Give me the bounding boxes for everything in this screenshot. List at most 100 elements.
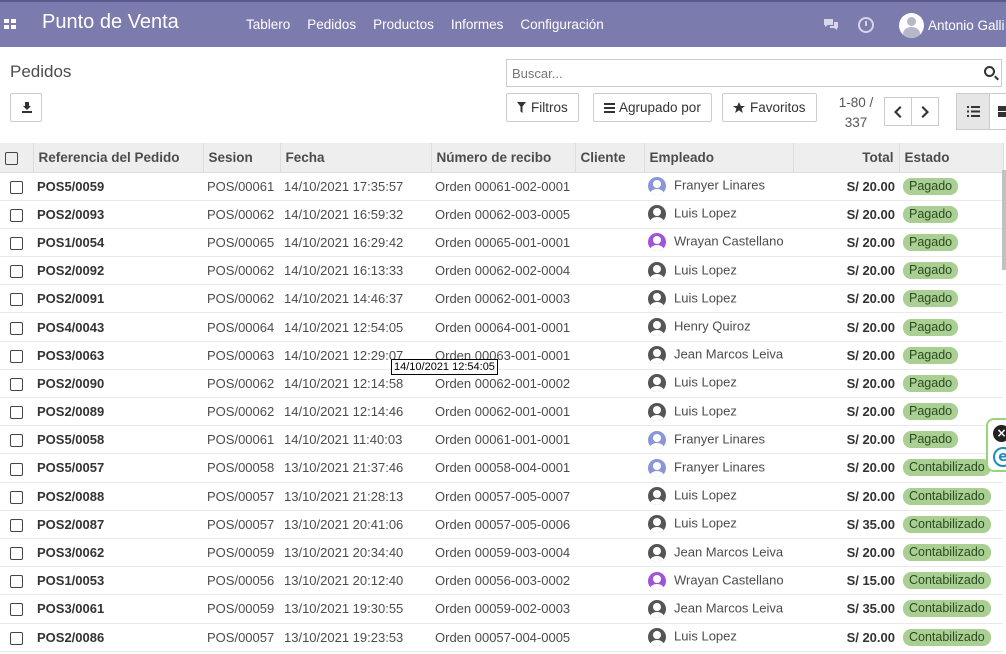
order-reference: POS3/0062 — [33, 538, 203, 568]
order-date: 14/10/2021 16:29:42 — [280, 228, 431, 258]
order-total: S/ 35.00 — [793, 594, 899, 624]
order-employee: Jean Marcos Leiva — [644, 594, 793, 624]
order-total: S/ 20.00 — [793, 200, 899, 229]
order-total: S/ 20.00 — [793, 369, 899, 399]
filters-button[interactable]: Filtros — [506, 93, 579, 122]
column-header[interactable]: Empleado — [644, 143, 794, 173]
row-checkbox[interactable] — [10, 208, 23, 222]
floating-widget[interactable]: × e — [986, 418, 1006, 472]
row-checkbox[interactable] — [10, 293, 23, 307]
table-row[interactable]: POS2/0086 POS/00057 13/10/2021 19:23:53 Ord… — [0, 623, 1003, 652]
chat-icon[interactable] — [823, 18, 839, 32]
pager-value[interactable]: 1-80 / 337 — [836, 93, 876, 133]
order-state-cell: Contabilizado — [899, 538, 1003, 568]
list-view-button[interactable] — [956, 93, 990, 130]
menu-item-productos[interactable]: Productos — [373, 17, 434, 32]
favorites-button[interactable]: Favoritos — [722, 93, 817, 122]
row-checkbox[interactable] — [10, 490, 23, 504]
row-checkbox[interactable] — [10, 575, 23, 589]
apps-menu-icon[interactable] — [4, 19, 17, 30]
table-row[interactable]: POS5/0059 POS/00061 14/10/2021 17:35:57 Ord… — [0, 172, 1003, 201]
menu-item-informes[interactable]: Informes — [451, 17, 504, 32]
row-checkbox[interactable] — [10, 377, 23, 391]
user-avatar[interactable] — [899, 13, 924, 38]
table-row[interactable]: POS5/0058 POS/00061 14/10/2021 11:40:03 Ord… — [0, 425, 1003, 455]
page-title: Pedidos — [10, 62, 72, 81]
order-total: S/ 20.00 — [793, 312, 899, 342]
row-checkbox[interactable] — [10, 180, 23, 194]
top-navbar: Punto de Venta Tablero Pedidos Productos… — [0, 0, 1006, 47]
row-checkbox[interactable] — [10, 547, 23, 561]
column-header[interactable]: Cliente — [575, 143, 645, 173]
order-employee: Jean Marcos Leiva — [644, 341, 793, 370]
scrollbar[interactable] — [1002, 170, 1006, 270]
employee-avatar-icon — [648, 374, 666, 393]
row-checkbox[interactable] — [10, 462, 23, 476]
column-header[interactable]: Estado — [899, 143, 1004, 173]
table-row[interactable]: POS3/0062 POS/00059 13/10/2021 20:34:40 Ord… — [0, 538, 1003, 568]
table-row[interactable]: POS2/0091 POS/00062 14/10/2021 14:46:37 Ord… — [0, 284, 1003, 314]
table-row[interactable]: POS3/0063 POS/00063 14/10/2021 12:29:07 Ord… — [0, 341, 1003, 370]
table-row[interactable]: POS2/0088 POS/00057 13/10/2021 21:28:13 Ord… — [0, 482, 1003, 511]
column-header[interactable]: Fecha — [280, 143, 432, 173]
pager-previous-button[interactable] — [884, 97, 912, 126]
table-row[interactable]: POS2/0089 POS/00062 14/10/2021 12:14:46 Ord… — [0, 397, 1003, 427]
menu-item-tablero[interactable]: Tablero — [246, 17, 290, 32]
employee-avatar-icon — [648, 346, 666, 365]
group-by-button[interactable]: Agrupado por — [593, 93, 712, 122]
menu-item-configuracion[interactable]: Configuración — [520, 17, 603, 32]
user-name[interactable]: Antonio Galli — [928, 18, 1005, 33]
order-reference: POS5/0059 — [33, 172, 203, 201]
table-row[interactable]: POS2/0093 POS/00062 14/10/2021 16:59:32 Ord… — [0, 200, 1003, 229]
order-date: 14/10/2021 11:40:03 — [280, 425, 431, 455]
order-client — [575, 228, 644, 258]
table-row[interactable]: POS2/0087 POS/00057 13/10/2021 20:41:06 Ord… — [0, 510, 1003, 539]
status-badge: Pagado — [903, 233, 959, 251]
activity-clock-icon[interactable] — [858, 17, 874, 33]
column-header[interactable]: Referencia del Pedido — [33, 143, 204, 173]
orders-table-container: Referencia del Pedido Sesion Fecha Númer… — [0, 143, 1006, 654]
order-session: POS/00062 — [203, 369, 280, 399]
order-reference: POS2/0093 — [33, 200, 203, 229]
table-row[interactable]: POS1/0054 POS/00065 14/10/2021 16:29:42 Ord… — [0, 228, 1003, 258]
order-reference: POS3/0063 — [33, 341, 203, 370]
search-icon[interactable] — [984, 66, 995, 77]
group-by-label: Agrupado por — [619, 100, 701, 115]
table-row[interactable]: POS2/0090 POS/00062 14/10/2021 12:14:58 Ord… — [0, 369, 1003, 399]
column-header[interactable]: Total — [793, 143, 900, 173]
row-checkbox[interactable] — [10, 321, 23, 335]
table-row[interactable]: POS5/0057 POS/00058 13/10/2021 21:37:46 Ord… — [0, 453, 1003, 483]
employee-avatar-icon — [648, 571, 666, 590]
column-header[interactable]: Número de recibo — [431, 143, 576, 173]
row-checkbox[interactable] — [10, 406, 23, 420]
pager-next-button[interactable] — [911, 97, 939, 126]
table-row[interactable]: POS4/0043 POS/00064 14/10/2021 12:54:05 Ord… — [0, 312, 1003, 342]
extension-icon[interactable]: e — [993, 447, 1006, 467]
kanban-view-button[interactable] — [989, 93, 1006, 130]
select-all-checkbox[interactable] — [5, 151, 18, 165]
status-badge: Pagado — [903, 431, 959, 449]
app-brand[interactable]: Punto de Venta — [42, 11, 179, 34]
employee-avatar-icon — [648, 261, 666, 280]
order-employee: Luis Lopez — [644, 482, 793, 511]
row-checkbox[interactable] — [10, 518, 23, 532]
row-checkbox[interactable] — [10, 603, 23, 617]
table-row[interactable]: POS2/0092 POS/00062 14/10/2021 16:13:33 Ord… — [0, 256, 1003, 286]
row-checkbox[interactable] — [10, 349, 23, 363]
table-row[interactable]: POS1/0053 POS/00056 13/10/2021 20:12:40 Ord… — [0, 566, 1003, 596]
row-checkbox[interactable] — [10, 265, 23, 279]
search-input[interactable] — [507, 60, 967, 86]
order-total: S/ 20.00 — [793, 256, 899, 286]
row-select-cell — [0, 284, 33, 314]
menu-item-pedidos[interactable]: Pedidos — [307, 17, 356, 32]
status-badge: Pagado — [903, 205, 959, 223]
column-header[interactable]: Sesion — [203, 143, 281, 173]
export-button[interactable] — [10, 93, 42, 122]
close-icon[interactable]: × — [993, 425, 1006, 442]
order-reference: POS4/0043 — [33, 312, 203, 342]
row-checkbox[interactable] — [10, 237, 23, 250]
row-checkbox[interactable] — [10, 434, 23, 448]
status-badge: Pagado — [903, 346, 959, 364]
row-checkbox[interactable] — [10, 631, 23, 645]
table-row[interactable]: POS3/0061 POS/00059 13/10/2021 19:30:55 Ord… — [0, 594, 1003, 624]
